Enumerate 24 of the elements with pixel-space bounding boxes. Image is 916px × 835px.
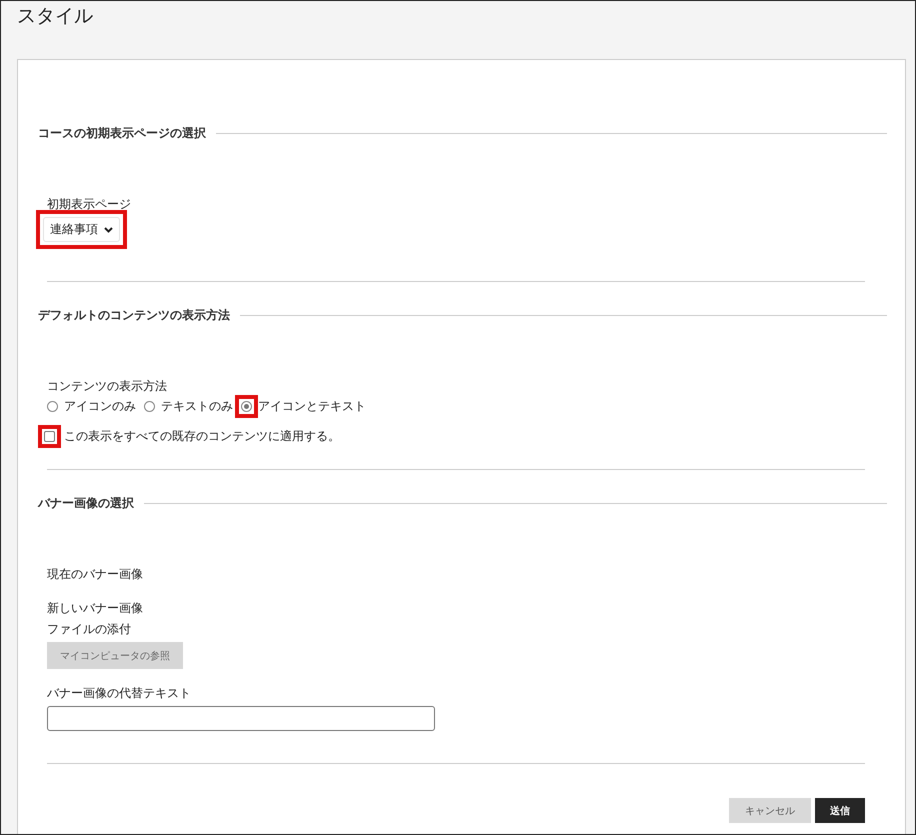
- field-label: ファイルの添付: [47, 621, 132, 638]
- field-label: バナー画像の代替テキスト: [47, 685, 192, 702]
- radio-button[interactable]: [144, 401, 155, 412]
- radio-button[interactable]: [241, 401, 252, 412]
- alt-text-field[interactable]: [47, 706, 435, 731]
- chevron-down-icon: [104, 226, 113, 232]
- radio-button[interactable]: [47, 401, 58, 412]
- checkbox[interactable]: [44, 431, 55, 442]
- section-heading: バナー画像の選択: [38, 494, 134, 512]
- page-select[interactable]: 連絡事項: [43, 217, 120, 242]
- radio-label: アイコンとテキスト: [258, 398, 366, 415]
- section-heading: デフォルトのコンテンツの表示方法: [38, 306, 230, 324]
- submit-button[interactable]: 送信: [815, 798, 865, 823]
- radio-label: テキストのみ: [161, 398, 233, 415]
- checkbox-label: この表示をすべての既存のコンテンツに適用する。: [64, 428, 340, 445]
- cancel-button[interactable]: キャンセル: [729, 798, 811, 823]
- section-heading: コースの初期表示ページの選択: [38, 124, 206, 142]
- field-label: コンテンツの表示方法: [47, 378, 168, 395]
- field-label: 現在のバナー画像: [47, 566, 144, 583]
- radio-label: アイコンのみ: [64, 398, 136, 415]
- page-title: スタイル: [16, 4, 94, 29]
- browse-button[interactable]: マイコンピュータの参照: [47, 642, 183, 669]
- field-label: 初期表示ページ: [47, 196, 132, 213]
- field-label: 新しいバナー画像: [47, 600, 144, 617]
